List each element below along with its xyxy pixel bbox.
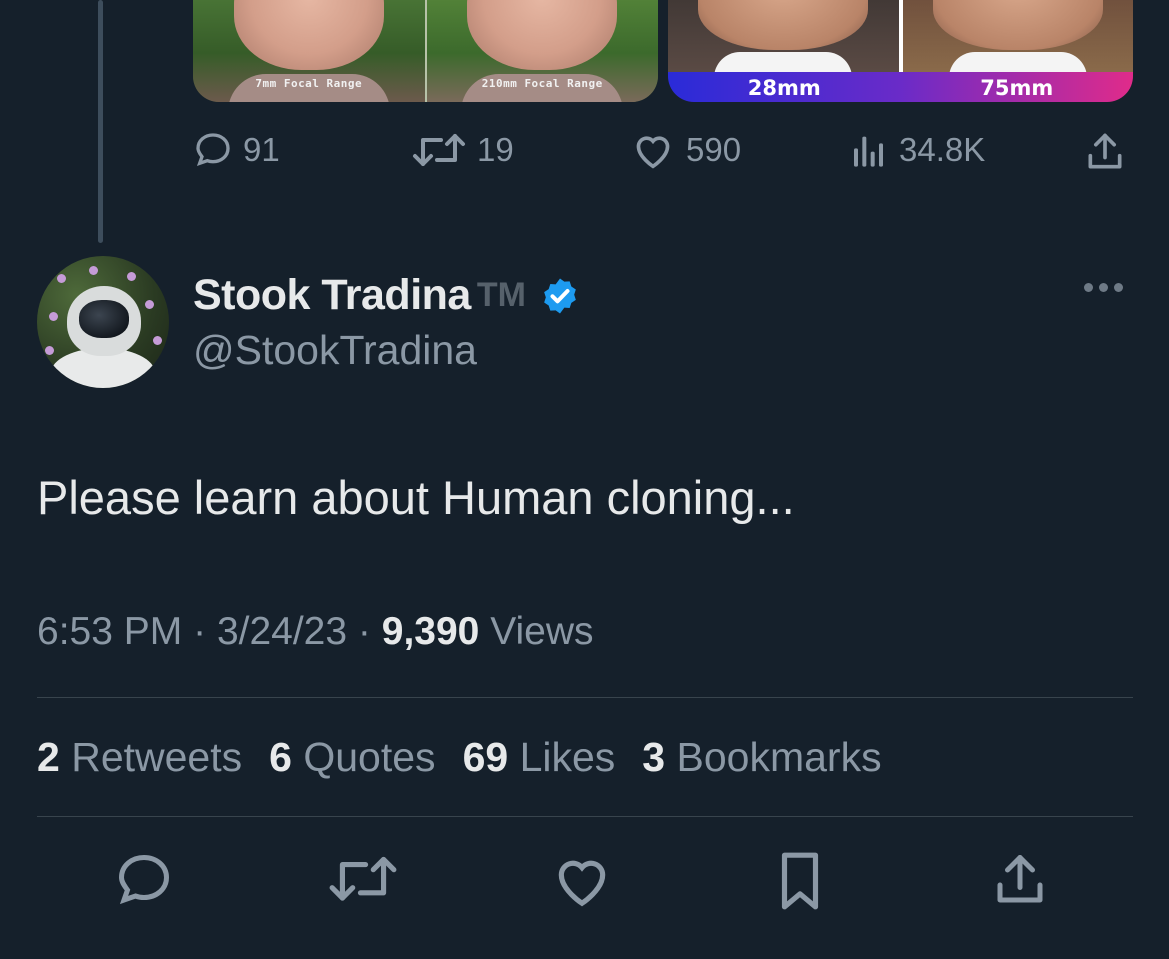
lens-label: 75mm	[980, 76, 1054, 100]
reply-icon	[196, 133, 230, 167]
retweet-icon	[329, 856, 397, 901]
quotes-label: Quotes	[303, 734, 436, 780]
retweet-icon	[413, 134, 465, 166]
likes-count: 69	[462, 734, 509, 780]
retweet-button[interactable]: 19	[411, 130, 514, 170]
share-button[interactable]	[990, 850, 1050, 915]
reply-icon	[118, 854, 170, 905]
avatar-flower	[127, 272, 136, 281]
tweet-action-bar	[0, 850, 1169, 916]
bookmarks-count: 3	[642, 734, 666, 780]
name-suffix: TM	[476, 276, 526, 314]
face-photo	[233, 0, 384, 70]
more-dot	[1114, 283, 1123, 292]
media-pane	[668, 0, 899, 72]
retweet-count: 19	[477, 131, 514, 168]
reply-count: 91	[243, 131, 280, 168]
tweet-meta: 6:53 PM · 3/24/23 · 9,390 Views	[37, 610, 594, 654]
user-handle[interactable]: @StookTradina	[193, 327, 477, 374]
lens-label-bar: 28mm 75mm	[668, 72, 1133, 102]
like-button[interactable]	[551, 850, 613, 915]
bookmarks-label: Bookmarks	[676, 734, 882, 780]
media-pane: 210mm Focal Range	[424, 0, 658, 102]
share-icon	[997, 855, 1043, 903]
media-pane: 7mm Focal Range	[193, 0, 425, 102]
views-count: 34.8K	[899, 131, 986, 168]
thread-connector-line	[98, 0, 103, 243]
meta-separator: ·	[357, 610, 371, 653]
tweet-time[interactable]: 6:53 PM	[37, 610, 182, 653]
media-image-lens-compare[interactable]: 28mm 75mm	[668, 0, 1133, 102]
retweets-stat[interactable]: 2 Retweets	[37, 734, 242, 781]
reply-button[interactable]	[114, 850, 174, 915]
shirt-photo	[714, 52, 853, 72]
views-total: 9,390	[381, 610, 480, 653]
more-dot	[1099, 283, 1108, 292]
verified-badge-icon	[544, 278, 576, 313]
previous-tweet-media[interactable]: 7mm Focal Range 210mm Focal Range 28mm 7…	[193, 0, 1133, 102]
views-icon	[854, 136, 883, 167]
like-button[interactable]: 590	[630, 130, 741, 170]
avatar-flower	[89, 266, 98, 275]
retweets-label: Retweets	[71, 734, 243, 780]
tweet-date[interactable]: 3/24/23	[217, 610, 347, 653]
like-icon	[558, 860, 606, 907]
meta-separator: ·	[193, 610, 207, 653]
engagement-stats: 2 Retweets 6 Quotes 69 Likes 3 Bookmarks	[37, 734, 882, 781]
likes-label: Likes	[519, 734, 616, 780]
avatar[interactable]	[37, 256, 169, 388]
lens-label: 28mm	[747, 76, 821, 100]
views-label: Views	[490, 610, 594, 653]
avatar-flower	[45, 346, 54, 355]
likes-stat[interactable]: 69 Likes	[463, 734, 616, 781]
avatar-flower	[145, 300, 154, 309]
avatar-flower	[49, 312, 58, 321]
bookmarks-stat[interactable]: 3 Bookmarks	[642, 734, 881, 781]
views-button[interactable]: 34.8K	[849, 130, 985, 170]
face-photo	[698, 0, 869, 50]
display-name: Stook Tradina	[193, 271, 471, 319]
astronaut-visor	[79, 300, 129, 338]
media-image-focal-range[interactable]: 7mm Focal Range 210mm Focal Range	[193, 0, 658, 102]
face-photo	[932, 0, 1103, 50]
face-photo	[467, 0, 618, 70]
divider	[37, 816, 1133, 817]
reply-button[interactable]: 91	[193, 130, 280, 170]
media-caption: 210mm Focal Range	[481, 77, 603, 90]
media-caption: 7mm Focal Range	[255, 77, 363, 90]
shirt-photo	[948, 52, 1087, 72]
retweets-count: 2	[37, 734, 60, 780]
more-dot	[1084, 283, 1093, 292]
bookmark-icon	[781, 852, 819, 910]
quotes-stat[interactable]: 6 Quotes	[269, 734, 435, 781]
more-icon[interactable]	[1084, 283, 1123, 292]
share-button[interactable]	[1082, 130, 1128, 174]
previous-tweet-actions: 91 19 590 34.8K	[193, 130, 1133, 176]
media-pane	[898, 0, 1133, 72]
tweet-text: Please learn about Human cloning...	[37, 471, 795, 524]
share-icon	[1088, 133, 1122, 169]
like-icon	[636, 136, 670, 169]
retweet-button[interactable]	[327, 850, 399, 915]
bookmark-button[interactable]	[772, 850, 828, 917]
quotes-count: 6	[269, 734, 292, 780]
divider	[37, 697, 1133, 698]
author-name-row[interactable]: Stook Tradina TM	[193, 271, 580, 320]
like-count: 590	[686, 131, 742, 168]
avatar-flower	[153, 336, 162, 345]
avatar-flower	[57, 274, 66, 283]
